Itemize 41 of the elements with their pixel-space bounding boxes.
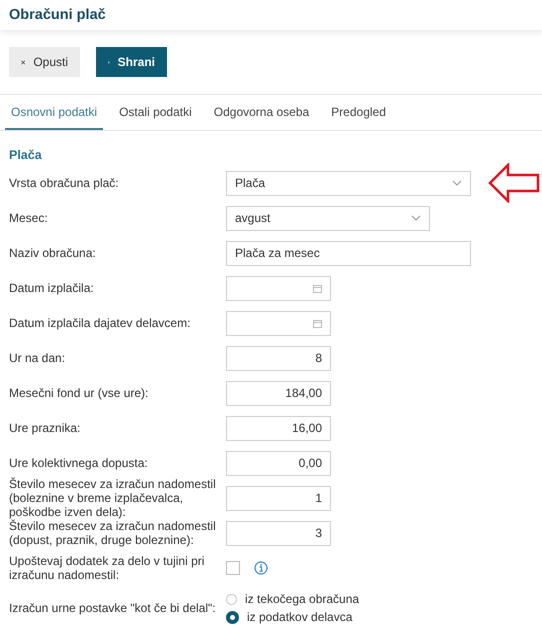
calendar-icon [313,318,322,328]
field-label: Mesečni fond ur (vse ure): [9,386,150,400]
field-label: Datum izplačila: [9,281,95,295]
save-button[interactable]: Shrani [96,47,167,77]
field-label: Datum izplačila dajatev delavcem: [9,316,192,330]
input-field[interactable]: 0,00 [226,450,331,476]
field-label: Ure praznika: [9,421,82,435]
field-label: Naziv obračuna: [9,246,97,260]
radio-label: iz podatkov delavca [247,610,352,624]
field-label: Izračun urne postavke "kot če bi delal": [9,601,217,615]
field-label: Število mesecev za izračun nadomestil (boleznine v breme izplačevalca, poškodbe izven dela): [9,477,217,519]
field-label: Ure kolektivnega dopusta: [9,456,149,470]
dropdown-field[interactable]: Plača [226,170,471,196]
dropdown-field[interactable]: avgust [226,206,430,230]
input-field[interactable]: 184,00 [226,380,331,406]
field-label: Število mesecev za izračun nadomestil (dopust, praznik, druge boleznine): [9,519,217,547]
tab[interactable]: Ostali podatki [113,95,198,130]
cancel-button[interactable]: Opusti [9,47,80,77]
chevron-down-icon [452,180,462,186]
calendar-icon [313,284,322,292]
input-field[interactable]: 1 [226,486,331,510]
tab[interactable]: Odgovorna oseba [208,95,316,130]
input-field[interactable]: 8 [226,346,331,370]
info-icon[interactable] [254,561,268,575]
input-field[interactable]: Plača za mesec [226,240,471,266]
field-label: Mesec: [9,211,49,225]
date-field[interactable] [226,310,331,336]
field-label: Ur na dan: [9,351,66,365]
checkbox[interactable] [226,561,240,575]
tab[interactable]: Predogled [325,95,392,130]
radio-button[interactable] [226,610,239,624]
radio-label: iz tekočega obračuna [245,592,360,606]
date-field[interactable] [226,276,331,300]
section-title: Plača [9,148,43,162]
field-label: Vrsta obračuna plač: [9,176,120,190]
input-field[interactable]: 16,00 [226,416,331,440]
chevron-down-icon [411,215,421,221]
page-title: Obračuni plač [9,7,106,23]
field-label: Upoštevaj dodatek za delo v tujini pri izračunu nadomestil: [9,554,206,582]
input-field[interactable]: 3 [226,520,331,546]
tab[interactable]: Osnovni podatki [5,95,104,130]
